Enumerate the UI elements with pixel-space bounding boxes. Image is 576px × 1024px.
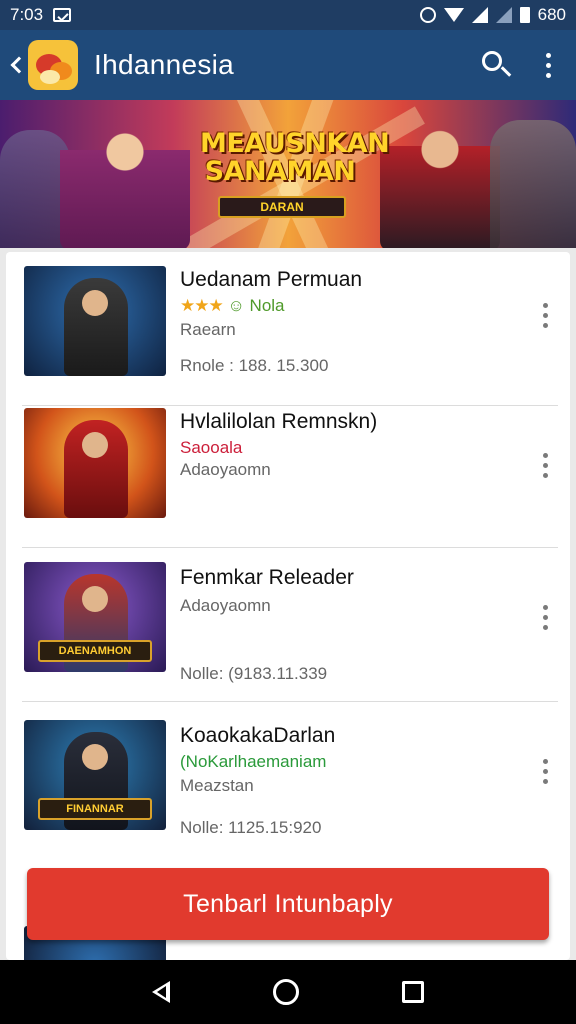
star-rating-icon: ★★★: [180, 296, 224, 315]
wifi-icon: [443, 8, 464, 22]
notification-icon: [53, 8, 72, 22]
list-item[interactable]: Uedanam Permuan ★★★ ☺ Nola Raearn Rnole …: [6, 252, 570, 406]
game-subtitle: (NoKarlhaemaniam: [180, 752, 327, 771]
status-time: 7:03: [10, 5, 44, 24]
game-category: Meazstan: [180, 776, 254, 795]
signal-icon: [471, 7, 488, 23]
list-item[interactable]: Hvlalilolan Remnskn) Saooala Adaoyaomn: [6, 394, 570, 548]
app-logo: [28, 40, 78, 90]
game-title: KoaokakaDarlan: [180, 724, 336, 747]
nav-back-icon[interactable]: [151, 981, 170, 1003]
banner-subtitle: DARAN: [218, 196, 346, 218]
game-category: Raearn: [180, 320, 236, 339]
app-title: Ihdannesia: [94, 49, 235, 80]
game-rating: ★★★ ☺ Nola: [180, 296, 285, 316]
rating-label: ☺ Nola: [227, 296, 285, 315]
game-thumbnail: [24, 266, 166, 376]
game-list: Uedanam Permuan ★★★ ☺ Nola Raearn Rnole …: [6, 252, 570, 960]
game-category: Adaoyaomn: [180, 596, 271, 615]
thumbnail-caption: FINANNAR: [38, 798, 152, 820]
game-subtitle: Saooala: [180, 438, 243, 457]
game-meta: Nolle: 1125.15:920: [180, 818, 322, 837]
navigation-bar: [0, 960, 576, 1024]
item-more-icon[interactable]: [538, 298, 552, 332]
game-title: Uedanam Permuan: [180, 268, 363, 291]
alarm-icon: [419, 7, 436, 23]
banner-hero-left: [60, 110, 190, 248]
battery-icon: [519, 7, 530, 23]
thumbnail-caption: DAENAMHON: [38, 640, 152, 662]
overflow-menu-icon[interactable]: [536, 45, 560, 85]
list-item[interactable]: FINANNAR KoaokakaDarlan (NoKarlhaemaniam…: [6, 702, 570, 856]
game-title: Hvlalilolan Remnskn): [180, 410, 378, 433]
search-icon[interactable]: [476, 45, 516, 85]
game-category: Adaoyaomn: [180, 460, 271, 479]
game-meta: Rnole : 188. 15.300: [180, 356, 329, 375]
nav-home-icon[interactable]: [272, 979, 299, 1005]
promo-banner[interactable]: MEAUSNKAN SANAMAN DARAN: [0, 100, 576, 248]
banner-hero-far-right: [490, 120, 576, 248]
list-item[interactable]: DAENAMHON Fenmkar Releader Adaoyaomn Nol…: [6, 548, 570, 702]
game-title: Fenmkar Releader: [180, 566, 354, 589]
game-thumbnail: DAENAMHON: [24, 562, 166, 672]
nav-recents-icon[interactable]: [402, 981, 425, 1003]
banner-title: MEAUSNKAN SANAMAN: [200, 128, 390, 187]
app-bar: Ihdannesia: [0, 30, 576, 100]
game-meta: Nolle: (9183.11.339: [180, 664, 328, 683]
item-more-icon[interactable]: [538, 448, 552, 482]
primary-action-button[interactable]: Tenbarl Intunbaply: [27, 868, 549, 940]
game-thumbnail: FINANNAR: [24, 720, 166, 830]
status-bar: 7:03 680: [0, 0, 576, 30]
item-more-icon[interactable]: [538, 754, 552, 788]
banner-hero-right: [380, 106, 500, 248]
game-thumbnail: [24, 408, 166, 518]
screen: 7:03 680 Ihdannesia MEAUSNKAN SANAMAN DA…: [0, 0, 576, 1024]
signal-secondary-icon: [495, 7, 512, 23]
battery-text: 680: [537, 5, 566, 24]
back-icon[interactable]: [10, 30, 28, 100]
item-more-icon[interactable]: [538, 600, 552, 634]
